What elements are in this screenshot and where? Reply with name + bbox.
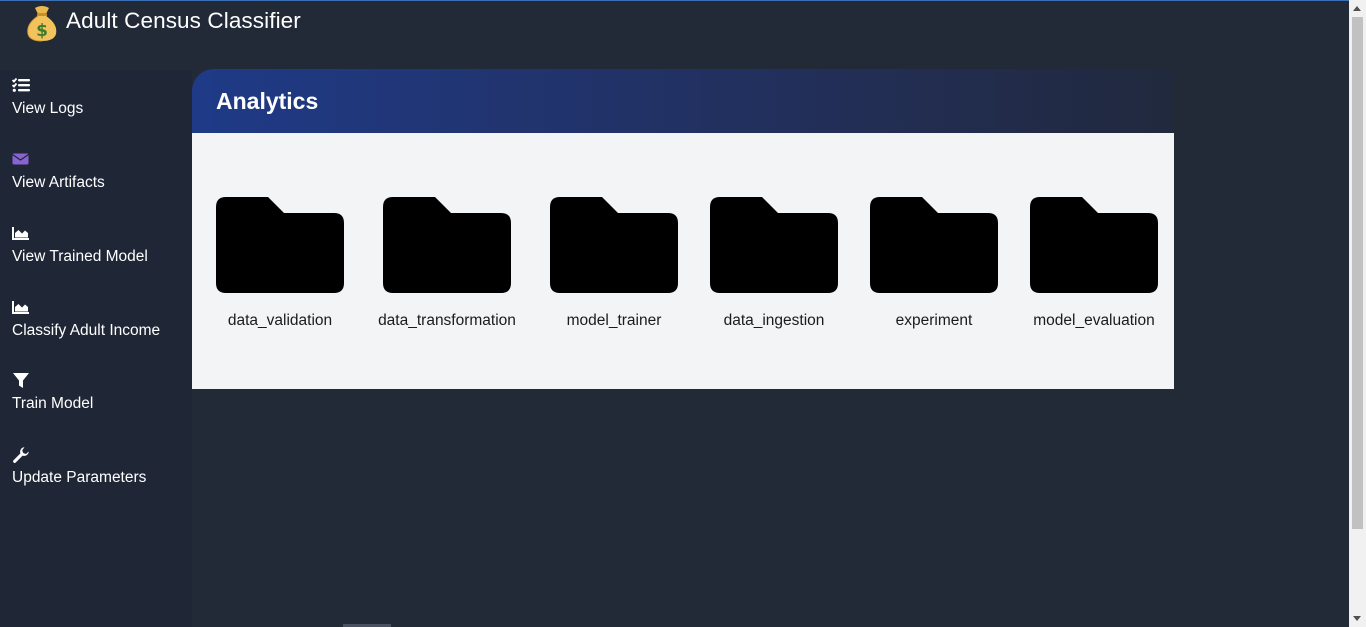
folder-label: model_evaluation (1033, 312, 1155, 329)
folder-label: data_validation (227, 312, 333, 329)
filter-icon (12, 372, 30, 388)
folder-item-data-transformation[interactable]: data_transformation (376, 197, 518, 337)
wrench-icon (12, 446, 30, 463)
vertical-scrollbar[interactable] (1349, 0, 1366, 627)
area-chart-icon (12, 299, 30, 315)
page-title: Analytics (216, 87, 319, 114)
sidebar-item-label: Train Model (12, 395, 94, 412)
folder-label: data_ingestion (723, 312, 825, 329)
money-bag-icon: $ (27, 6, 57, 42)
folder-grid: data_validation data_transformation mode… (192, 133, 1174, 389)
envelope-icon (12, 151, 30, 167)
sidebar-item-update-parameters[interactable]: Update Parameters (12, 446, 187, 487)
folder-item-data-ingestion[interactable]: data_ingestion (703, 197, 845, 337)
folder-icon (870, 197, 998, 293)
svg-text:$: $ (36, 21, 48, 41)
panel-header: Analytics (192, 69, 1174, 133)
folder-icon (216, 197, 344, 293)
scroll-down-arrow-icon[interactable] (1353, 616, 1361, 621)
sidebar-item-label: View Trained Model (12, 248, 148, 265)
app-title: Adult Census Classifier (66, 8, 301, 33)
sidebar-item-train-model[interactable]: Train Model (12, 372, 187, 413)
analytics-panel: Analytics data_validation data_transform… (192, 69, 1174, 389)
folder-icon (550, 197, 678, 293)
sidebar-item-label: Update Parameters (12, 469, 147, 486)
sidebar-item-view-artifacts[interactable]: View Artifacts (12, 151, 187, 192)
area-chart-icon (12, 225, 30, 241)
folder-label: data_transformation (378, 312, 516, 329)
sidebar: View Logs View Artifacts View Trained Mo… (0, 70, 192, 627)
folder-item-data-validation[interactable]: data_validation (209, 197, 351, 337)
sidebar-item-label: View Logs (12, 100, 84, 117)
folder-label: model_trainer (566, 312, 662, 329)
sidebar-item-label: Classify Adult Income (12, 322, 161, 339)
sidebar-item-view-logs[interactable]: View Logs (12, 77, 187, 118)
scroll-up-arrow-icon[interactable] (1353, 6, 1361, 11)
folder-icon (710, 197, 838, 293)
sidebar-item-label: View Artifacts (12, 174, 105, 191)
app-header: $ Adult Census Classifier (24, 4, 301, 42)
window-top-border (0, 0, 1366, 1)
folder-item-model-evaluation[interactable]: model_evaluation (1023, 197, 1165, 337)
folder-icon (1030, 197, 1158, 293)
folder-label: experiment (895, 312, 973, 329)
folder-item-model-trainer[interactable]: model_trainer (543, 197, 685, 337)
folder-item-experiment[interactable]: experiment (863, 197, 1005, 337)
folder-icon (383, 197, 511, 293)
sidebar-item-view-trained-model[interactable]: View Trained Model (12, 225, 187, 266)
scrollbar-thumb[interactable] (1352, 17, 1363, 529)
list-check-icon (12, 77, 30, 93)
sidebar-item-classify-adult-income[interactable]: Classify Adult Income (12, 299, 187, 340)
